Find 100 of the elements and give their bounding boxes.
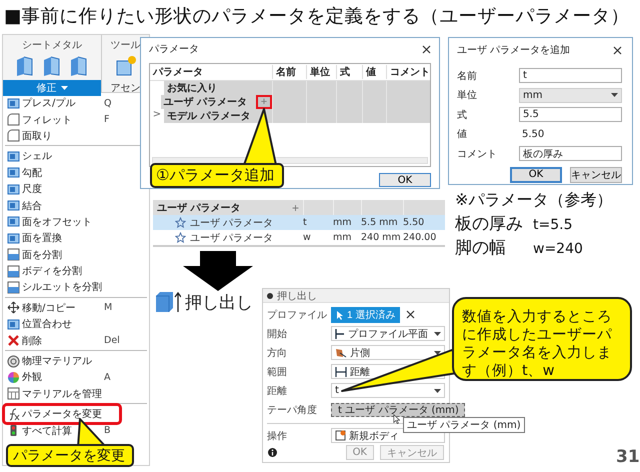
star-icon[interactable] — [175, 217, 186, 228]
ribbon-tab[interactable]: アセン — [104, 80, 146, 96]
ribbon-group-label: ツール — [110, 39, 140, 52]
ok-button[interactable]: OK — [379, 173, 431, 187]
menu-item[interactable]: 面を分割 — [5, 246, 147, 263]
info-icon[interactable] — [268, 448, 277, 457]
menu-item[interactable]: マテリアルを管理 — [5, 386, 147, 402]
menu-item[interactable]: シェル — [5, 148, 147, 165]
grid-icon — [7, 387, 20, 400]
shape-icon — [7, 318, 20, 331]
table-cell-text: 5.50 — [403, 217, 426, 228]
selection-chip[interactable]: 1 選択済み — [331, 306, 400, 322]
note-label: 脚の幅 — [455, 237, 507, 259]
dropdown[interactable]: プロファイル平面 — [331, 326, 445, 341]
field-label: プロファイル — [267, 308, 328, 322]
body-icon — [335, 430, 346, 441]
field-label: 名前 — [457, 70, 478, 83]
menu-item[interactable]: 面取り — [5, 128, 147, 144]
suggestion-item[interactable]: t ユーザ パラメータ (mm) — [331, 402, 465, 416]
cross-icon — [7, 334, 20, 348]
dot-icon — [267, 292, 273, 298]
shape-icon — [7, 182, 20, 196]
table-cell-text: 240.00 — [403, 232, 438, 243]
dialog-button[interactable]: キャンセル — [570, 166, 622, 182]
dropdown[interactable]: mm — [519, 88, 622, 103]
row-label: ユーザ パラメータ — [190, 232, 274, 244]
table-row[interactable]: お気に入り — [150, 81, 430, 95]
menu-item[interactable]: シルエットを分割 — [5, 279, 147, 296]
menu-item[interactable]: 面を置換 — [5, 230, 147, 247]
extrude-icon — [155, 290, 181, 314]
note-value: w=240 — [533, 241, 583, 257]
dialog-title: パラメータ — [149, 43, 199, 56]
slide-title: ■事前に作りたい形状のパラメータを定義をする（ユーザーパラメータ） — [4, 5, 630, 28]
field-label: テーパ角度 — [267, 404, 318, 416]
field-label: 開始 — [267, 328, 288, 340]
dialog-title: 押し出し — [277, 290, 317, 302]
ribbon-tab[interactable]: 修正 — [3, 80, 101, 96]
field-label: 方向 — [267, 346, 288, 360]
menu-item[interactable]: すべて計算 B — [5, 422, 147, 439]
cursor-icon — [336, 310, 344, 320]
row-label: ユーザ パラメータ — [164, 96, 247, 109]
menu-item[interactable]: 勾配 — [5, 164, 147, 181]
shape-icon — [7, 232, 20, 245]
note-heading: ※パラメータ（参考） — [455, 190, 612, 211]
menu-item[interactable]: パラメータを変更 — [5, 406, 119, 422]
menu-item[interactable]: 位置合わせ — [5, 316, 147, 332]
menu-item[interactable]: 外観 A — [5, 369, 147, 386]
tool-label: 押し出し — [185, 292, 253, 314]
menu-item[interactable]: 移動/コピー M — [5, 300, 147, 316]
note-label: 板の厚み — [455, 213, 523, 235]
menu-item[interactable]: フィレット F — [5, 111, 147, 128]
close-icon[interactable] — [406, 310, 416, 319]
menu-item[interactable]: ボディを分割 — [5, 262, 147, 280]
tool-icon[interactable] — [114, 55, 136, 77]
table-cell-text: t — [303, 217, 308, 228]
shape-icon — [7, 166, 20, 180]
column-header: 値 — [362, 65, 386, 79]
table-cell-text: 240 mm — [361, 232, 402, 243]
distance-icon — [335, 366, 347, 376]
color-wheel-icon — [7, 370, 20, 384]
shape-icon — [7, 199, 20, 212]
table-row[interactable]: > モデル パラメータ — [150, 109, 430, 123]
field-label: 範囲 — [267, 366, 288, 378]
table-row[interactable]: ユーザ パラメータ w mm 240 mm 240.00 — [153, 230, 445, 245]
shape-icon — [7, 113, 20, 126]
menu-item[interactable]: プレス/プル Q — [5, 95, 147, 112]
shape-icon — [7, 264, 20, 278]
input-field[interactable]: t — [519, 68, 622, 84]
field-label: コメント — [457, 148, 498, 161]
cursor-icon — [393, 414, 400, 424]
field-label: 距離 — [267, 384, 288, 398]
table-row[interactable]: ユーザ パラメータ + — [150, 95, 430, 109]
close-icon[interactable] — [613, 46, 622, 54]
table-cell-text: w — [303, 232, 312, 243]
group-header: ユーザ パラメータ — [157, 202, 240, 214]
row-label: お気に入り — [167, 82, 217, 95]
down-arrow-icon — [183, 251, 253, 291]
column-header: 単位 — [306, 65, 336, 79]
shape-icon — [7, 96, 20, 110]
ribbon-group-label: シートメタル — [22, 39, 82, 52]
input-field[interactable]: 板の厚み — [519, 146, 622, 162]
input-field[interactable]: 5.5 — [519, 107, 622, 122]
menu-item[interactable]: 削除 Del — [5, 332, 147, 349]
callout: ①パラメータ追加 — [150, 163, 284, 188]
caret-icon — [60, 86, 68, 90]
menu-item[interactable]: 面をオフセット — [5, 214, 147, 230]
caret-icon — [611, 93, 618, 98]
column-header: 式 — [336, 65, 362, 79]
dialog-title: ユーザ パラメータを追加 — [457, 44, 570, 57]
move-icon — [7, 301, 20, 314]
table-cell-text: mm — [333, 232, 353, 243]
star-icon[interactable] — [175, 232, 186, 243]
menu-item[interactable]: 尺度 — [5, 180, 147, 198]
table-row[interactable]: ユーザ パラメータ t mm 5.5 mm 5.50 — [153, 215, 445, 230]
menu-item[interactable]: 物理マテリアル — [5, 352, 147, 370]
column-header: パラメータ — [152, 66, 204, 79]
menu-item[interactable]: 結合 — [5, 197, 147, 214]
field-label: 値 — [457, 128, 468, 142]
dialog-button[interactable]: OK — [510, 166, 562, 182]
close-icon[interactable] — [422, 44, 431, 54]
